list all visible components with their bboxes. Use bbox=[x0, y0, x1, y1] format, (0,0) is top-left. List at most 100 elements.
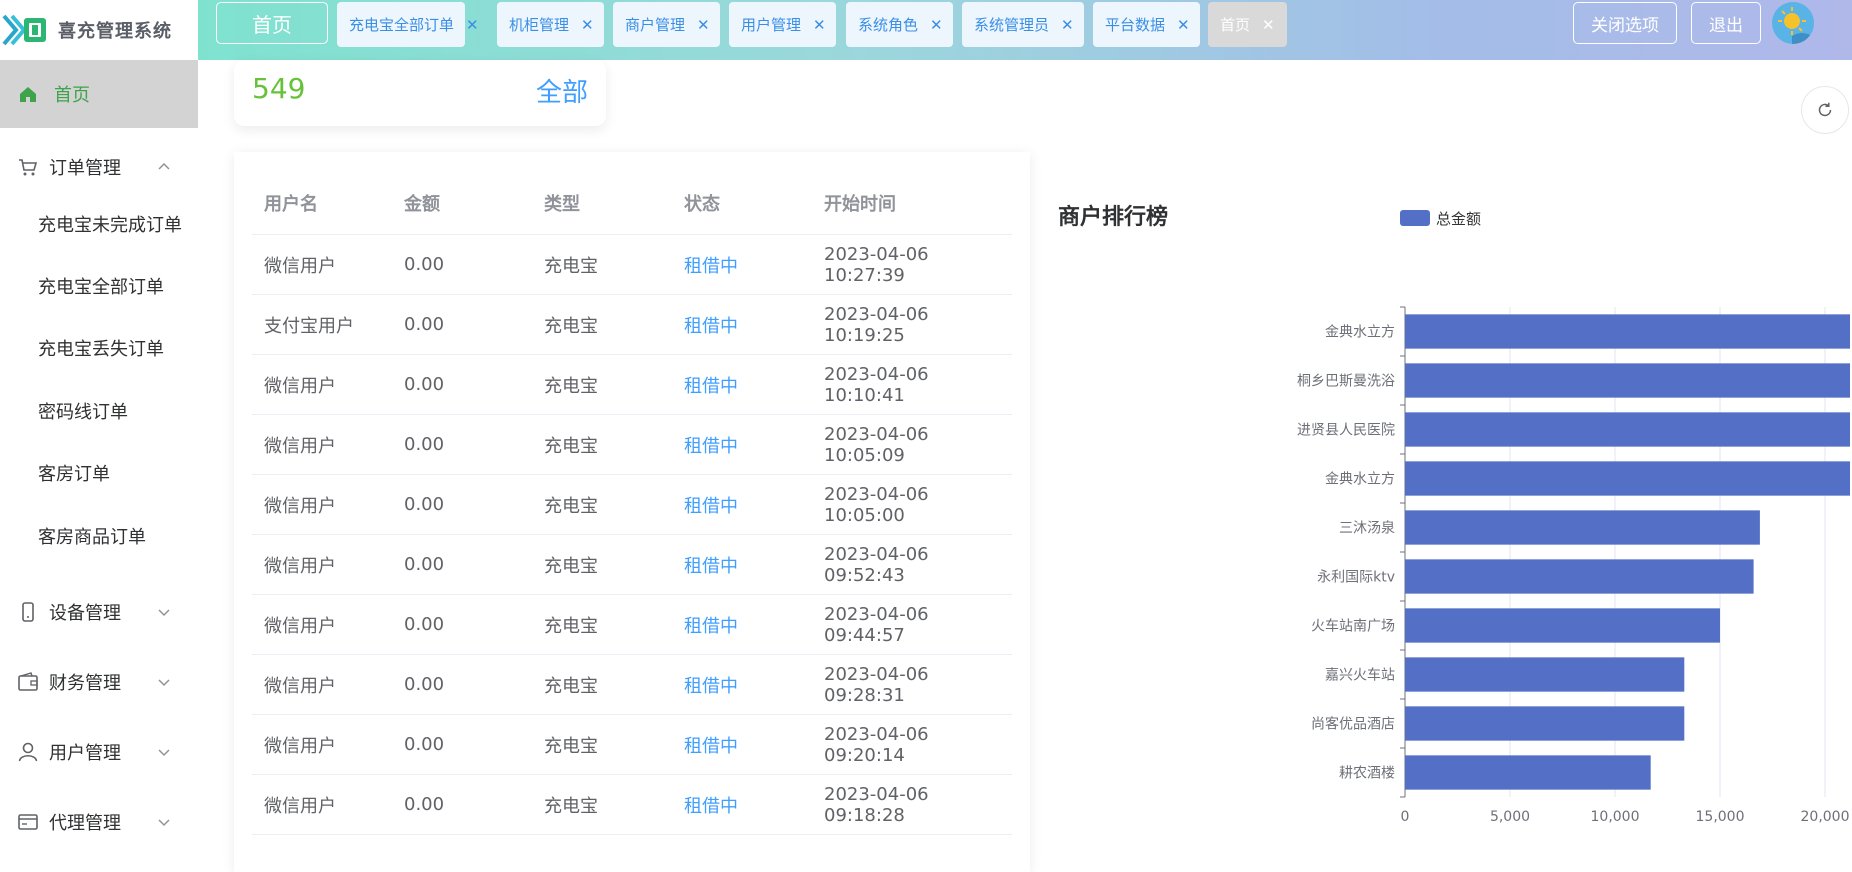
sidebar-subitem-unfinished-orders[interactable]: 充电宝未完成订单 bbox=[38, 211, 182, 241]
cell-username: 微信用户 bbox=[264, 375, 336, 397]
orders-table: 用户名 金额 类型 状态 开始时间 微信用户 0.00 充电宝 租借中 2023… bbox=[252, 172, 1012, 835]
cell-type: 充电宝 bbox=[544, 615, 598, 637]
avatar[interactable] bbox=[1772, 2, 1814, 44]
sidebar-group-label: 用户管理 bbox=[49, 743, 121, 764]
tab-system-admins[interactable]: 系统管理员 ✕ bbox=[962, 2, 1084, 47]
close-icon[interactable]: ✕ bbox=[697, 16, 710, 34]
cell-start-time: 2023-04-06 10:27:39 bbox=[824, 243, 929, 286]
cell-type: 充电宝 bbox=[544, 795, 598, 817]
card-icon bbox=[18, 814, 38, 830]
bar bbox=[1405, 559, 1754, 594]
bar bbox=[1405, 363, 1850, 398]
sidebar-subitem-password-cable-orders[interactable]: 密码线订单 bbox=[38, 398, 128, 428]
cell-username: 微信用户 bbox=[264, 255, 336, 277]
cell-amount: 0.00 bbox=[404, 734, 445, 755]
cell-type: 充电宝 bbox=[544, 735, 598, 757]
cell-status: 租借中 bbox=[684, 615, 738, 637]
refresh-button[interactable] bbox=[1801, 86, 1849, 134]
phone-icon bbox=[22, 602, 34, 622]
column-header: 开始时间 bbox=[824, 194, 896, 215]
bar bbox=[1405, 314, 1850, 349]
sidebar-group-orders[interactable]: 订单管理 bbox=[0, 147, 198, 187]
close-icon[interactable]: ✕ bbox=[1262, 16, 1275, 34]
sidebar-group-users[interactable]: 用户管理 bbox=[0, 732, 198, 772]
cell-username: 微信用户 bbox=[264, 615, 336, 637]
logout-button[interactable]: 退出 bbox=[1691, 2, 1761, 44]
sidebar-subitem-lost-orders[interactable]: 充电宝丢失订单 bbox=[38, 335, 164, 365]
cell-username: 微信用户 bbox=[264, 555, 336, 577]
table-row: 微信用户 0.00 充电宝 租借中 2023-04-06 10:05:00 bbox=[252, 475, 1012, 535]
cell-status: 租借中 bbox=[684, 735, 738, 757]
x-tick-label: 0 bbox=[1401, 809, 1410, 825]
table-row: 微信用户 0.00 充电宝 租借中 2023-04-06 09:18:28 bbox=[252, 775, 1012, 835]
cell-amount: 0.00 bbox=[404, 434, 445, 455]
cell-start-time: 2023-04-06 10:05:09 bbox=[824, 423, 929, 466]
sidebar-item-home[interactable]: 首页 bbox=[0, 60, 198, 128]
cell-status: 租借中 bbox=[684, 555, 738, 577]
close-icon[interactable]: ✕ bbox=[930, 16, 943, 34]
home-tab-button[interactable]: 首页 bbox=[216, 2, 328, 44]
sidebar-subitem-room-orders[interactable]: 客房订单 bbox=[38, 460, 110, 490]
brand: 喜充管理系统 bbox=[0, 0, 198, 60]
bar bbox=[1405, 755, 1651, 790]
close-icon[interactable]: ✕ bbox=[813, 16, 826, 34]
cell-amount: 0.00 bbox=[404, 674, 445, 695]
sidebar-subitem-room-goods-orders[interactable]: 客房商品订单 bbox=[38, 523, 146, 553]
tab-user-management[interactable]: 用户管理 ✕ bbox=[729, 2, 836, 47]
tab-platform-data[interactable]: 平台数据 ✕ bbox=[1093, 2, 1200, 47]
sidebar-group-devices[interactable]: 设备管理 bbox=[0, 592, 198, 632]
y-category-label: 进贤县人民医院 bbox=[1297, 423, 1395, 439]
cell-username: 微信用户 bbox=[264, 435, 336, 457]
tab-label: 系统管理员 bbox=[974, 16, 1050, 34]
sidebar-group-agents[interactable]: 代理管理 bbox=[0, 802, 198, 842]
tab-system-roles[interactable]: 系统角色 ✕ bbox=[846, 2, 953, 47]
cell-username: 微信用户 bbox=[264, 735, 336, 757]
sidebar-group-label: 订单管理 bbox=[49, 158, 121, 179]
y-category-label: 尚客优品酒店 bbox=[1311, 716, 1395, 733]
cell-type: 充电宝 bbox=[544, 375, 598, 397]
cell-start-time: 2023-04-06 09:20:14 bbox=[824, 723, 929, 766]
bar bbox=[1405, 608, 1720, 643]
cell-type: 充电宝 bbox=[544, 315, 598, 337]
tab-home-current[interactable]: 首页 ✕ bbox=[1208, 2, 1287, 47]
tab-label: 用户管理 bbox=[741, 16, 802, 34]
close-icon[interactable]: ✕ bbox=[1061, 16, 1074, 34]
cell-start-time: 2023-04-06 09:52:43 bbox=[824, 543, 929, 586]
tab-merchant-management[interactable]: 商户管理 ✕ bbox=[613, 2, 720, 47]
legend-swatch bbox=[1400, 210, 1430, 226]
x-tick-label: 20,000 bbox=[1801, 809, 1850, 825]
cell-type: 充电宝 bbox=[544, 675, 598, 697]
sidebar-subitem-all-orders[interactable]: 充电宝全部订单 bbox=[38, 273, 164, 303]
cell-amount: 0.00 bbox=[404, 254, 445, 275]
chevron-down-icon bbox=[158, 749, 170, 757]
close-options-button[interactable]: 关闭选项 bbox=[1573, 2, 1677, 44]
tab-label: 平台数据 bbox=[1105, 16, 1166, 34]
close-icon[interactable]: ✕ bbox=[466, 16, 479, 34]
table-row: 支付宝用户 0.00 充电宝 租借中 2023-04-06 10:19:25 bbox=[252, 295, 1012, 355]
cell-amount: 0.00 bbox=[404, 554, 445, 575]
merchant-ranking-chart: 商户排行榜总金额05,00010,00015,00020,00025,00030… bbox=[1050, 152, 1850, 852]
user-icon bbox=[18, 742, 38, 762]
tab-all-powerbank-orders[interactable]: 充电宝全部订单 ✕ bbox=[337, 2, 479, 47]
table-row: 微信用户 0.00 充电宝 租借中 2023-04-06 10:10:41 bbox=[252, 355, 1012, 415]
close-icon[interactable]: ✕ bbox=[581, 16, 594, 34]
cell-username: 微信用户 bbox=[264, 495, 336, 517]
cell-username: 微信用户 bbox=[264, 675, 336, 697]
view-all-link[interactable]: 全部 bbox=[536, 72, 588, 109]
y-category-label: 金典水立方 bbox=[1325, 325, 1395, 341]
table-row: 微信用户 0.00 充电宝 租借中 2023-04-06 10:27:39 bbox=[252, 235, 1012, 295]
cell-amount: 0.00 bbox=[404, 314, 445, 335]
sidebar-group-label: 设备管理 bbox=[49, 603, 121, 624]
sidebar-group-finance[interactable]: 财务管理 bbox=[0, 662, 198, 702]
bar bbox=[1405, 461, 1850, 496]
column-header: 状态 bbox=[684, 194, 720, 215]
bar bbox=[1405, 657, 1685, 692]
main-content: 549 全部 用户名 金额 类型 状态 开始时间 微信用户 0.00 充电宝 租… bbox=[198, 60, 1852, 872]
close-icon[interactable]: ✕ bbox=[1177, 16, 1190, 34]
top-header: 首页 充电宝全部订单 ✕ 机柜管理 ✕ 商户管理 ✕ 用户管理 ✕ 系统角色 ✕… bbox=[198, 0, 1852, 60]
table-row: 微信用户 0.00 充电宝 租借中 2023-04-06 09:52:43 bbox=[252, 535, 1012, 595]
cell-username: 微信用户 bbox=[264, 795, 336, 817]
cell-status: 租借中 bbox=[684, 495, 738, 517]
tab-cabinet-management[interactable]: 机柜管理 ✕ bbox=[497, 2, 604, 47]
wallet-icon bbox=[18, 672, 38, 691]
